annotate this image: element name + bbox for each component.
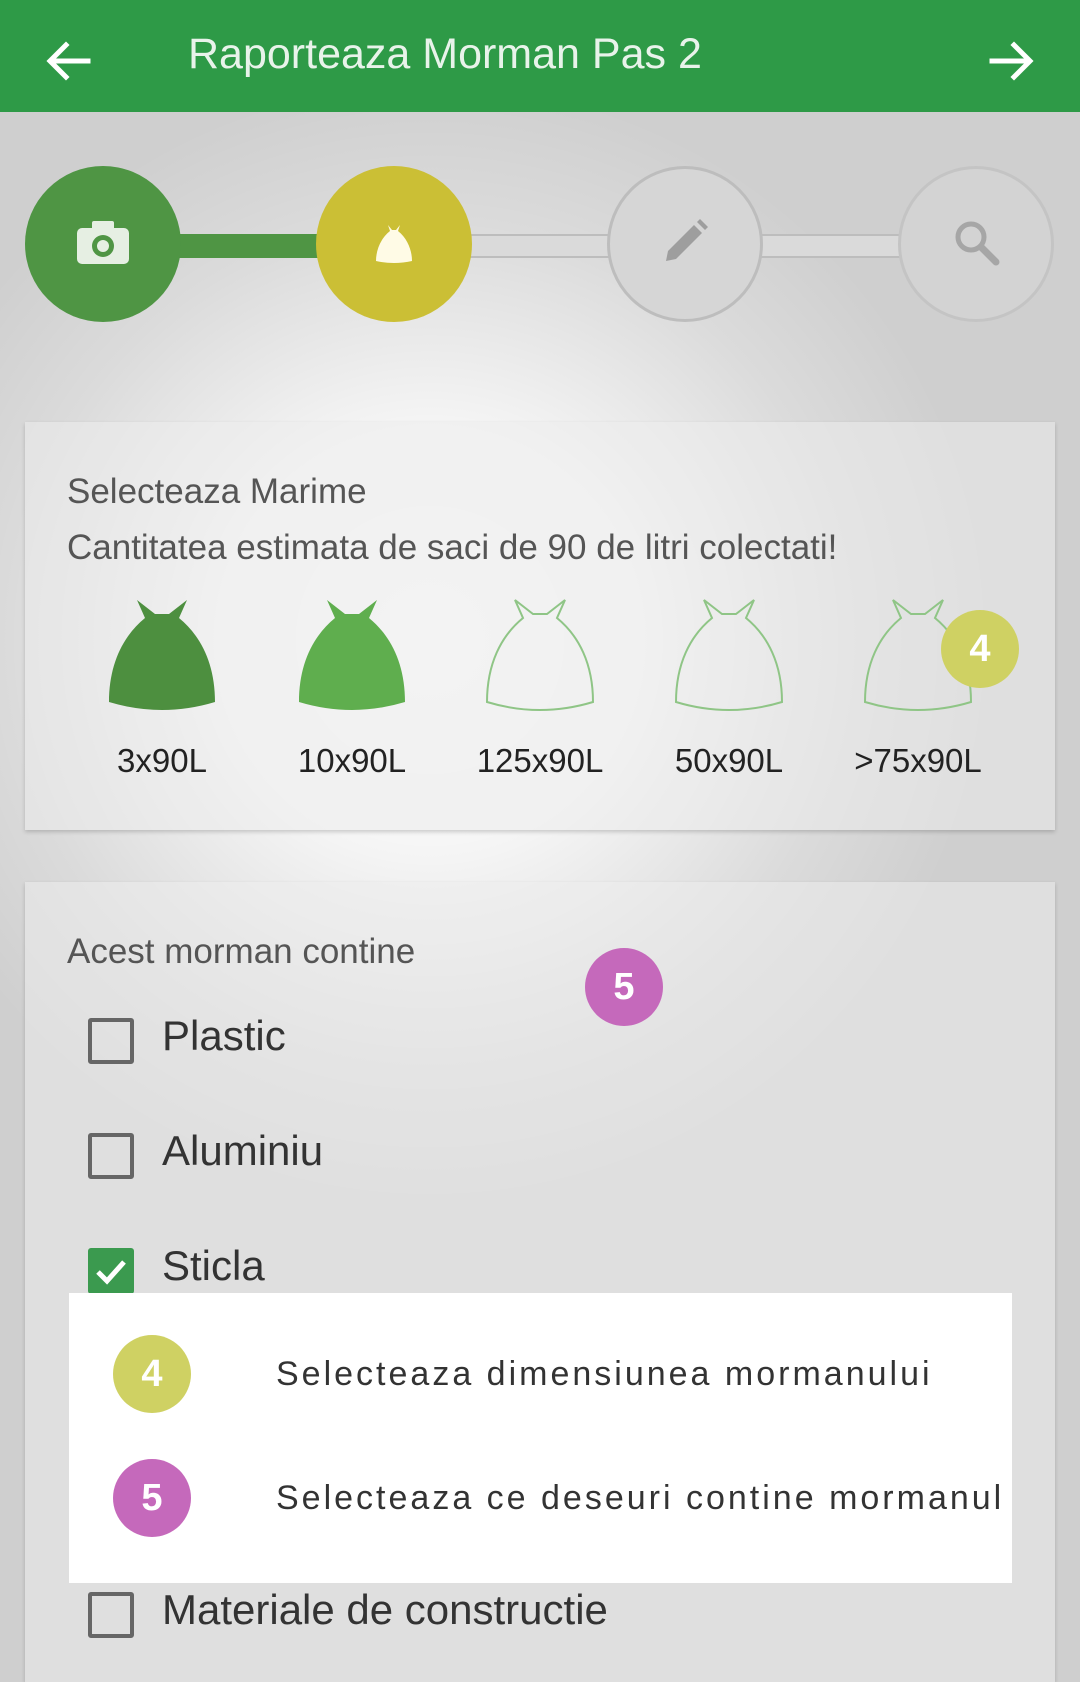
legend-text: Selecteaza ce deseuri contine mormanul xyxy=(276,1479,1005,1517)
step-connector-done xyxy=(175,234,325,258)
step-details[interactable] xyxy=(607,166,763,322)
step-connector xyxy=(757,234,907,258)
app-bar: Raporteaza Morman Pas 2 xyxy=(0,0,1080,112)
page-title: Raporteaza Morman Pas 2 xyxy=(188,30,702,78)
bag-icon-selected[interactable] xyxy=(297,594,407,720)
checkmark-icon xyxy=(96,1260,126,1285)
checkbox-label: Aluminiu xyxy=(162,1127,324,1174)
legend-badge: 4 xyxy=(113,1335,191,1413)
legend-text: Selecteaza dimensiunea mormanului xyxy=(276,1355,933,1393)
checkbox-label: Materiale de constructie xyxy=(162,1586,608,1633)
size-option-label: 10x90L xyxy=(297,742,407,779)
camera-icon xyxy=(75,218,131,271)
contents-card-title: Acest morman contine xyxy=(67,932,416,971)
size-option-label: 125x90L xyxy=(476,742,604,779)
hint-badge-size: 4 xyxy=(941,610,1019,688)
arrow-right-icon[interactable] xyxy=(984,33,1040,89)
size-card-title: Selecteaza Marime xyxy=(67,472,367,511)
legend-badge: 5 xyxy=(113,1459,191,1537)
checkbox-box[interactable] xyxy=(88,1592,134,1638)
pencil-icon xyxy=(660,217,710,272)
size-option-label: 50x90L xyxy=(674,742,784,779)
step-connector xyxy=(466,234,616,258)
arrow-left-icon[interactable] xyxy=(40,33,96,89)
checkbox-box-checked[interactable] xyxy=(88,1248,134,1294)
step-photo[interactable] xyxy=(25,166,181,322)
hint-badge-contents: 5 xyxy=(585,948,663,1026)
trash-bag-icon xyxy=(374,219,414,270)
checkbox-box[interactable] xyxy=(88,1133,134,1179)
bag-icon-unselected[interactable] xyxy=(674,594,784,720)
step-review[interactable] xyxy=(898,166,1054,322)
checkbox-label: Sticla xyxy=(162,1242,265,1289)
bag-icon-selected[interactable] xyxy=(107,594,217,720)
checkbox-box[interactable] xyxy=(88,1018,134,1064)
step-size[interactable] xyxy=(316,166,472,322)
search-icon xyxy=(952,218,1000,271)
bag-icon-unselected[interactable] xyxy=(485,594,595,720)
size-option-label: 3x90L xyxy=(117,742,207,779)
size-card-subtitle: Cantitatea estimata de saci de 90 de lit… xyxy=(67,528,838,567)
step-indicator xyxy=(0,166,1080,326)
size-option-label: >75x90L xyxy=(854,742,982,779)
tutorial-legend: 4 Selecteaza dimensiunea mormanului 5 Se… xyxy=(69,1293,1012,1583)
checkbox-label: Plastic xyxy=(162,1012,286,1059)
